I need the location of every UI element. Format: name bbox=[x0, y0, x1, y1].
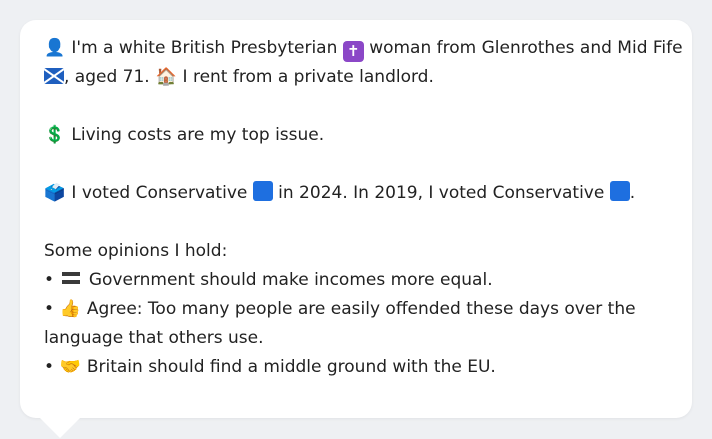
person-icon: 👤 bbox=[44, 38, 66, 58]
opinion-1-text: Government should make incomes more equa… bbox=[88, 270, 493, 290]
bullet: • bbox=[44, 357, 55, 377]
dollar-icon: 💲 bbox=[44, 125, 66, 145]
conservative-blue-square-icon bbox=[252, 181, 273, 201]
opinion-2-text-line2: language that others use. bbox=[44, 328, 264, 348]
issue-text: Living costs are my top issue. bbox=[71, 125, 325, 145]
opinion-item-2-continued: language that others use. bbox=[44, 324, 668, 353]
issue-line: 💲 Living costs are my top issue. bbox=[44, 121, 668, 150]
vote-part3: . bbox=[629, 183, 636, 203]
opinion-item-2: • 👍 Agree: Too many people are easily of… bbox=[44, 295, 668, 324]
bullet: • bbox=[44, 299, 55, 319]
vote-part2: in 2024. In 2019, I voted Conservative bbox=[278, 183, 605, 203]
opinion-3-text: Britain should find a middle ground with… bbox=[86, 357, 496, 377]
intro-line-1: 👤 I'm a white British Presbyterian ✝ wom… bbox=[44, 34, 683, 63]
opinion-item-1: • Government should make incomes more eq… bbox=[44, 266, 668, 295]
thumbs-up-icon: 👍 bbox=[59, 299, 82, 319]
house-icon: 🏠 bbox=[155, 67, 177, 87]
opinions-heading: Some opinions I hold: bbox=[44, 241, 228, 261]
intro-part1: I'm a white British Presbyterian bbox=[71, 38, 338, 58]
latin-cross-icon: ✝ bbox=[342, 41, 364, 62]
intro-part3: , aged 71. bbox=[64, 67, 150, 87]
handshake-icon: 🤝 bbox=[59, 357, 82, 377]
intro-part4: I rent from a private landlord. bbox=[182, 67, 434, 87]
opinion-item-3: • 🤝 Britain should find a middle ground … bbox=[44, 353, 668, 382]
speech-bubble-tail bbox=[38, 416, 82, 438]
vote-line: 🗳️ I voted Conservative in 2024. In 2019… bbox=[44, 179, 668, 208]
scotland-flag-icon bbox=[44, 68, 64, 84]
bullet: • bbox=[44, 270, 55, 290]
equals-icon bbox=[62, 272, 81, 284]
conservative-blue-square-icon bbox=[609, 181, 630, 201]
intro-line-2: , aged 71. 🏠 I rent from a private landl… bbox=[44, 63, 668, 92]
vote-part1: I voted Conservative bbox=[71, 183, 248, 203]
opinion-2-text-line1: Agree: Too many people are easily offend… bbox=[86, 299, 636, 319]
message-text: 👤 I'm a white British Presbyterian ✝ wom… bbox=[44, 34, 683, 382]
ballot-box-icon: 🗳️ bbox=[44, 183, 66, 203]
message-card: 👤 I'm a white British Presbyterian ✝ wom… bbox=[20, 20, 692, 418]
intro-part2: woman from Glenrothes and Mid Fife bbox=[369, 38, 683, 58]
